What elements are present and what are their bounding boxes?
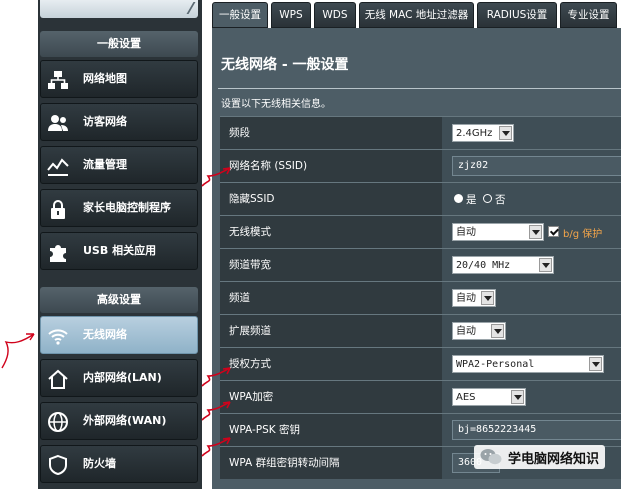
wifi-icon <box>48 329 68 345</box>
row-channel: 频道 自动 <box>220 281 621 314</box>
sidebar-top-logo-stub <box>40 0 198 18</box>
row-wpa-encryption: WPA加密 AES <box>220 380 621 413</box>
hide-ssid-label: 隐藏SSID <box>220 183 442 215</box>
page-title: 无线网络 - 一般设置 <box>221 57 349 73</box>
tab-bar: 一般设置 WPS WDS 无线 MAC 地址过滤器 RADIUS设置 专业设置 <box>212 0 621 28</box>
wechat-icon <box>480 449 502 465</box>
main-panel: 无线网络 - 一般设置 设置以下无线相关信息。 频段 2.4GHz 网络名称 (… <box>212 28 621 489</box>
ssid-label: 网络名称 (SSID) <box>220 150 442 182</box>
tab-mac-filter[interactable]: 无线 MAC 地址过滤器 <box>359 2 474 28</box>
chevron-down-icon <box>481 291 494 305</box>
network-map-icon <box>48 71 68 89</box>
wpa-encryption-label: WPA加密 <box>220 381 442 413</box>
sidebar-item-label: 防火墙 <box>83 457 116 470</box>
tab-radius[interactable]: RADIUS设置 <box>477 2 557 28</box>
row-wireless-mode: 无线模式 自动 b/g 保护 <box>220 215 621 248</box>
shield-icon <box>49 454 67 476</box>
sidebar-item-traffic-manager[interactable]: 流量管理 <box>40 146 198 184</box>
title-divider <box>218 88 621 89</box>
advanced-settings-header: 高级设置 <box>40 287 198 313</box>
chevron-down-icon <box>491 324 504 338</box>
sidebar-item-wireless[interactable]: 无线网络 <box>40 316 198 354</box>
settings-table: 频段 2.4GHz 网络名称 (SSID) zjz02 隐藏SSID 是 否 无… <box>220 116 621 479</box>
wpa-encryption-select[interactable]: AES <box>452 388 526 406</box>
sidebar-item-label: 访客网络 <box>83 115 127 128</box>
sidebar-item-parental-control[interactable]: 家长电脑控制程序 <box>40 189 198 227</box>
band-select[interactable]: 2.4GHz <box>452 124 514 142</box>
hide-ssid-yes-radio[interactable] <box>454 194 463 203</box>
bg-protection-checkbox[interactable] <box>548 226 559 237</box>
wpa-psk-label: WPA-PSK 密钥 <box>220 414 442 446</box>
guest-network-icon <box>48 115 68 131</box>
chevron-down-icon <box>499 126 512 140</box>
sidebar-item-label: 家长电脑控制程序 <box>83 201 171 214</box>
annotation-arrow-icon <box>201 367 231 387</box>
watermark: 学电脑网络知识 <box>473 445 605 469</box>
home-icon <box>48 369 68 389</box>
sidebar-item-label: 流量管理 <box>83 158 127 171</box>
parental-control-icon <box>51 200 65 219</box>
band-label: 频段 <box>220 117 442 149</box>
auth-method-select[interactable]: WPA2-Personal <box>452 355 604 373</box>
row-hide-ssid: 隐藏SSID 是 否 <box>220 182 621 215</box>
annotation-arrow-icon <box>201 437 231 457</box>
wireless-mode-select[interactable]: 自动 <box>452 223 544 241</box>
row-extension-channel: 扩展频道 自动 <box>220 314 621 347</box>
hide-ssid-no-label: 否 <box>495 194 506 206</box>
annotation-arrow-icon <box>201 167 231 187</box>
chevron-down-icon <box>589 357 602 371</box>
sidebar-item-label: 内部网络(LAN) <box>83 371 162 384</box>
extension-channel-label: 扩展频道 <box>220 315 442 347</box>
row-ssid: 网络名称 (SSID) zjz02 <box>220 149 621 182</box>
hide-ssid-no-radio[interactable] <box>483 194 492 203</box>
wireless-mode-label: 无线模式 <box>220 216 442 248</box>
row-channel-bandwidth: 频道带宽 20/40 MHz <box>220 248 621 281</box>
page-description: 设置以下无线相关信息。 <box>221 99 331 110</box>
annotation-arrow-icon <box>1 333 35 369</box>
sidebar-item-label: 网络地图 <box>83 72 127 85</box>
sidebar-item-guest-network[interactable]: 访客网络 <box>40 103 198 141</box>
sidebar-item-usb-application[interactable]: USB 相关应用 <box>40 232 198 270</box>
tab-professional[interactable]: 专业设置 <box>560 2 617 28</box>
sidebar-item-label: 外部网络(WAN) <box>83 414 167 427</box>
row-wpa-psk: WPA-PSK 密钥 bj=8652223445 <box>220 413 621 446</box>
row-band: 频段 2.4GHz <box>220 116 621 149</box>
sidebar-item-label: USB 相关应用 <box>83 244 157 257</box>
chevron-down-icon <box>511 390 524 404</box>
chevron-down-icon <box>539 258 552 272</box>
sidebar-item-firewall[interactable]: 防火墙 <box>40 445 198 483</box>
tab-general[interactable]: 一般设置 <box>212 2 268 28</box>
hide-ssid-yes-label: 是 <box>466 194 477 206</box>
sidebar-item-wan[interactable]: 外部网络(WAN) <box>40 402 198 440</box>
globe-icon <box>48 412 68 432</box>
general-settings-header: 一般设置 <box>40 31 198 57</box>
sidebar-item-lan[interactable]: 内部网络(LAN) <box>40 359 198 397</box>
ssid-input[interactable]: zjz02 <box>452 156 621 176</box>
traffic-manager-icon <box>47 158 69 176</box>
bg-protection-label: b/g 保护 <box>563 229 603 240</box>
sidebar: 一般设置 网络地图 访客网络 流量管理 家长电脑控制程序 USB 相关应用 高级… <box>38 0 202 489</box>
row-auth-method: 授权方式 WPA2-Personal <box>220 347 621 380</box>
watermark-text: 学电脑网络知识 <box>507 451 599 467</box>
tab-wds[interactable]: WDS <box>314 2 356 28</box>
chevron-down-icon <box>529 225 542 239</box>
annotation-arrow-icon <box>201 401 231 421</box>
channel-label: 频道 <box>220 282 442 314</box>
extension-channel-select[interactable]: 自动 <box>452 322 506 340</box>
wpa-psk-input[interactable]: bj=8652223445 <box>452 420 621 440</box>
channel-bandwidth-label: 频道带宽 <box>220 249 442 281</box>
usb-puzzle-icon <box>50 245 66 262</box>
tab-wps[interactable]: WPS <box>271 2 311 28</box>
sidebar-item-network-map[interactable]: 网络地图 <box>40 60 198 98</box>
sidebar-item-label: 无线网络 <box>83 328 127 341</box>
auth-method-label: 授权方式 <box>220 348 442 380</box>
channel-bandwidth-select[interactable]: 20/40 MHz <box>452 256 554 274</box>
channel-select[interactable]: 自动 <box>452 289 496 307</box>
group-key-interval-label: WPA 群组密钥转动间隔 <box>220 447 442 479</box>
